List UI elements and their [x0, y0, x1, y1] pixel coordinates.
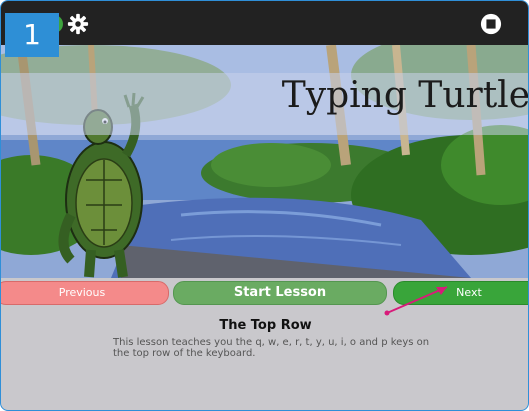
banner-illustration: Typing Turtle	[1, 45, 529, 278]
lesson-description: This lesson teaches you the q, w, e, r, …	[113, 337, 430, 359]
start-lesson-button[interactable]: Start Lesson	[173, 281, 387, 305]
step-number-badge: 1	[5, 13, 59, 57]
app-window: 1 Typing Turtle Previous Start Lesson Ne…	[0, 0, 529, 411]
lesson-title: The Top Row	[219, 318, 312, 333]
previous-button[interactable]: Previous	[1, 281, 169, 305]
gear-icon[interactable]	[67, 13, 89, 35]
stop-icon[interactable]	[480, 13, 502, 35]
arrow-pointer-icon	[384, 286, 448, 316]
banner-title: Typing Turtle	[281, 75, 529, 116]
